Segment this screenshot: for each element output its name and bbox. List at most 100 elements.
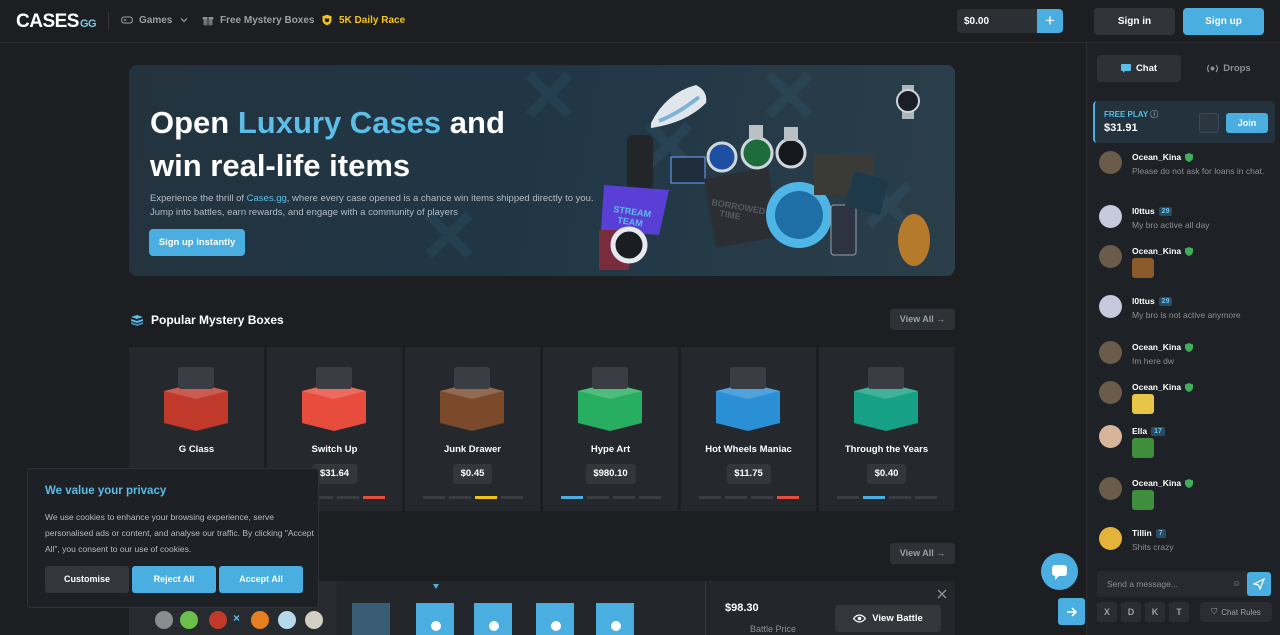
battle-divider xyxy=(705,581,706,635)
free-play-settings-icon[interactable] xyxy=(1199,113,1219,133)
popular-view-all-button[interactable]: View All → xyxy=(890,309,955,330)
mystery-box-name: Hot Wheels Maniac xyxy=(705,444,792,455)
site-logo[interactable]: CASESGG xyxy=(16,11,97,33)
battle-price: $98.30 xyxy=(725,602,759,614)
hero-desc-part1: Experience the thrill of xyxy=(150,193,247,204)
gamepad-icon xyxy=(121,16,133,24)
info-icon[interactable]: ⓘ xyxy=(1150,110,1158,119)
tab-drops[interactable]: Drops xyxy=(1187,55,1271,82)
nav-free-mystery-boxes[interactable]: Free Mystery Boxes xyxy=(202,14,315,26)
chat-username[interactable]: l0ttus 29 xyxy=(1132,296,1173,306)
odds-bar xyxy=(837,496,937,499)
player-avatar xyxy=(155,611,173,629)
battle-cases-strip xyxy=(352,584,634,635)
user-avatar[interactable] xyxy=(1099,341,1122,364)
user-avatar[interactable] xyxy=(1099,381,1122,404)
hero-signup-button[interactable]: Sign up instantly xyxy=(149,229,245,256)
mystery-box-card[interactable]: Junk Drawer $0.45 xyxy=(405,347,540,511)
hero-title: Open Luxury Cases and win real-life item… xyxy=(150,101,570,187)
mystery-box-card[interactable]: Hot Wheels Maniac $11.75 xyxy=(681,347,816,511)
player-avatar xyxy=(305,611,323,629)
chat-username[interactable]: Ocean_Kina xyxy=(1132,152,1194,162)
support-chat-button[interactable] xyxy=(1041,553,1078,590)
send-message-button[interactable] xyxy=(1247,572,1271,596)
mystery-box-name: Hype Art xyxy=(590,444,631,455)
chat-message-text: Please do not ask for loans in chat. xyxy=(1132,166,1265,176)
cookie-body: We use cookies to enhance your browsing … xyxy=(45,512,314,554)
mystery-box-image xyxy=(854,367,918,431)
twitch-social-icon[interactable]: T xyxy=(1169,602,1189,622)
sign-in-button[interactable]: Sign in xyxy=(1094,8,1175,35)
free-play-label: FREE PLAY ⓘ xyxy=(1104,110,1159,119)
tab-chat[interactable]: Chat xyxy=(1097,55,1181,82)
cookie-customise-button[interactable]: Customise xyxy=(45,566,129,593)
chat-emote-image xyxy=(1132,394,1154,414)
nav-games[interactable]: Games xyxy=(121,14,190,26)
chat-username[interactable]: Ocean_Kina xyxy=(1132,478,1194,488)
user-avatar[interactable] xyxy=(1099,425,1122,448)
panel-tabs: Chat Drops xyxy=(1097,55,1271,82)
emoji-icon[interactable]: ☺ xyxy=(1232,578,1241,588)
chat-username[interactable]: Ocean_Kina xyxy=(1132,246,1194,256)
hero-title-part2: and xyxy=(441,105,505,140)
mystery-box-image xyxy=(302,367,366,431)
nav-daily-race-label: 5K Daily Race xyxy=(339,14,406,26)
chat-icon xyxy=(1120,64,1131,73)
moderator-shield-icon xyxy=(1185,152,1194,162)
chat-message-text: Shits crazy xyxy=(1132,542,1174,552)
user-avatar[interactable] xyxy=(1099,205,1122,228)
cookie-accept-button[interactable]: Accept All xyxy=(219,566,303,593)
chat-username[interactable]: l0ttus 29 xyxy=(1132,206,1173,216)
mystery-box-card[interactable]: Through the Years $0.40 xyxy=(819,347,954,511)
nav-games-label: Games xyxy=(139,14,173,26)
odds-bar xyxy=(561,496,661,499)
mystery-box-card[interactable]: Hype Art $980.10 xyxy=(543,347,678,511)
mystery-box-price: $0.45 xyxy=(452,464,493,484)
moderator-shield-icon xyxy=(1185,382,1194,392)
nav-free-mystery-boxes-label: Free Mystery Boxes xyxy=(220,14,315,26)
moderator-shield-icon xyxy=(1185,478,1194,488)
chat-username[interactable]: Ocean_Kina xyxy=(1132,382,1194,392)
odds-bar-fill xyxy=(777,496,799,499)
mystery-box-name: G Class xyxy=(178,444,215,455)
sign-up-button[interactable]: Sign up xyxy=(1183,8,1264,35)
cookie-reject-button[interactable]: Reject All xyxy=(132,566,216,593)
battle-price-label: Battle Price xyxy=(750,624,797,634)
chat-emote-image xyxy=(1132,258,1154,278)
mystery-box-image xyxy=(716,367,780,431)
user-avatar[interactable] xyxy=(1099,245,1122,268)
chat-message-text: My bro is not active anymore xyxy=(1132,310,1241,320)
tab-drops-label: Drops xyxy=(1223,63,1251,74)
arrow-right-icon: → xyxy=(936,314,946,324)
mystery-box-name: Through the Years xyxy=(844,444,929,455)
deposit-button[interactable]: + xyxy=(1037,9,1063,33)
user-avatar[interactable] xyxy=(1099,151,1122,174)
sneaker-image xyxy=(651,85,707,128)
user-avatar[interactable] xyxy=(1099,295,1122,318)
shield-icon: ⛉ xyxy=(1211,607,1218,616)
chat-username[interactable]: Ocean_Kina xyxy=(1132,342,1194,352)
battles-view-all-button[interactable]: View All → xyxy=(890,543,955,564)
expand-panel-button[interactable] xyxy=(1058,598,1085,625)
nav-daily-race[interactable]: 5K Daily Race xyxy=(321,14,405,26)
hero-desc-link[interactable]: Cases.gg xyxy=(247,193,287,204)
user-avatar[interactable] xyxy=(1099,527,1122,550)
odds-bar-fill xyxy=(475,496,497,499)
mystery-box-image xyxy=(440,367,504,431)
user-avatar[interactable] xyxy=(1099,477,1122,500)
cookie-consent-dialog: We value your privacy We use cookies to … xyxy=(27,468,319,608)
player-avatar xyxy=(209,611,227,629)
chat-username[interactable]: Ella 17 xyxy=(1132,426,1165,436)
kick-social-icon[interactable]: K xyxy=(1145,602,1165,622)
moderator-shield-icon xyxy=(1185,246,1194,256)
chat-username[interactable]: Tillin 7 xyxy=(1132,528,1166,538)
chat-rules-button[interactable]: ⛉ Chat Rules xyxy=(1200,602,1272,622)
view-battle-button[interactable]: View Battle xyxy=(835,605,941,632)
discord-social-icon[interactable]: D xyxy=(1121,602,1141,622)
chat-rules-label: Chat Rules xyxy=(1221,607,1261,617)
chat-message-input[interactable]: Send a message... ☺ xyxy=(1097,571,1249,597)
join-button[interactable]: Join xyxy=(1226,113,1268,133)
odds-bar xyxy=(699,496,799,499)
x-social-icon[interactable]: X xyxy=(1097,602,1117,622)
nav-divider xyxy=(108,12,109,30)
